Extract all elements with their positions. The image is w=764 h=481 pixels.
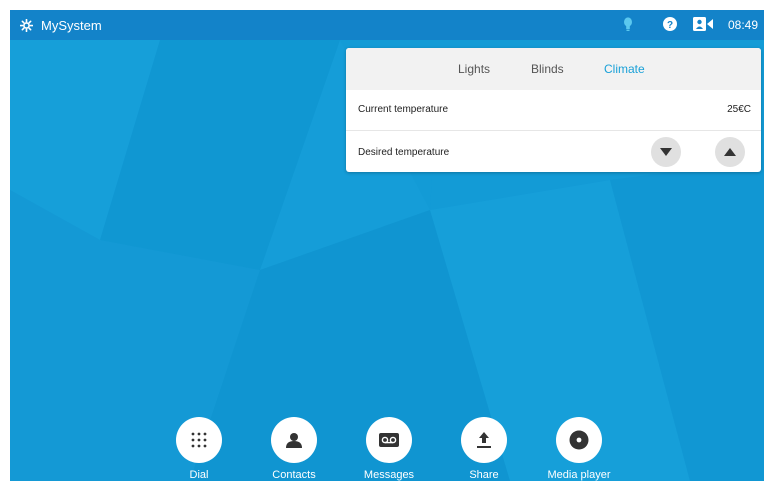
messages-button[interactable] [366, 417, 412, 463]
desktop-screen: MySystem ? 08:49 Lights Blinds Climate C… [10, 10, 764, 481]
gear-icon [20, 18, 33, 32]
current-temperature-label: Current temperature [358, 104, 449, 115]
tab-climate[interactable]: Climate [604, 62, 645, 76]
help-icon[interactable]: ? [663, 17, 677, 31]
tab-lights[interactable]: Lights [458, 62, 490, 76]
dock-label-messages: Messages [363, 469, 415, 481]
panel-divider [346, 130, 761, 131]
dock-label-media-player: Media player [547, 469, 611, 481]
svg-text:?: ? [667, 20, 673, 31]
media-player-icon [569, 430, 589, 450]
dialpad-icon [191, 432, 207, 448]
share-button[interactable] [461, 417, 507, 463]
clock: 08:49 [727, 18, 758, 32]
current-temperature-value: 25€C [727, 104, 751, 115]
system-menu[interactable]: MySystem [20, 16, 102, 34]
dock-label-dial: Dial [189, 469, 209, 481]
arrow-up-icon [724, 148, 736, 156]
share-icon [477, 432, 491, 448]
climate-panel: Lights Blinds Climate Current temperatur… [346, 48, 761, 172]
contact-icon [286, 433, 302, 448]
dock-label-share: Share [469, 469, 499, 481]
lightbulb-icon[interactable] [623, 17, 633, 33]
contacts-button[interactable] [271, 417, 317, 463]
dock-label-contacts: Contacts [272, 469, 316, 481]
decrease-temperature-button[interactable] [651, 137, 681, 167]
system-name: MySystem [41, 17, 102, 33]
camera-icon[interactable] [693, 17, 713, 31]
desired-temperature-label: Desired temperature [358, 147, 450, 158]
increase-temperature-button[interactable] [715, 137, 745, 167]
voicemail-icon [379, 433, 399, 447]
panel-tabs: Lights Blinds Climate [346, 48, 761, 90]
arrow-down-icon [660, 148, 672, 156]
media-player-button[interactable] [556, 417, 602, 463]
tab-blinds[interactable]: Blinds [531, 62, 564, 76]
dial-button[interactable] [176, 417, 222, 463]
top-bar: MySystem ? 08:49 [10, 10, 764, 40]
